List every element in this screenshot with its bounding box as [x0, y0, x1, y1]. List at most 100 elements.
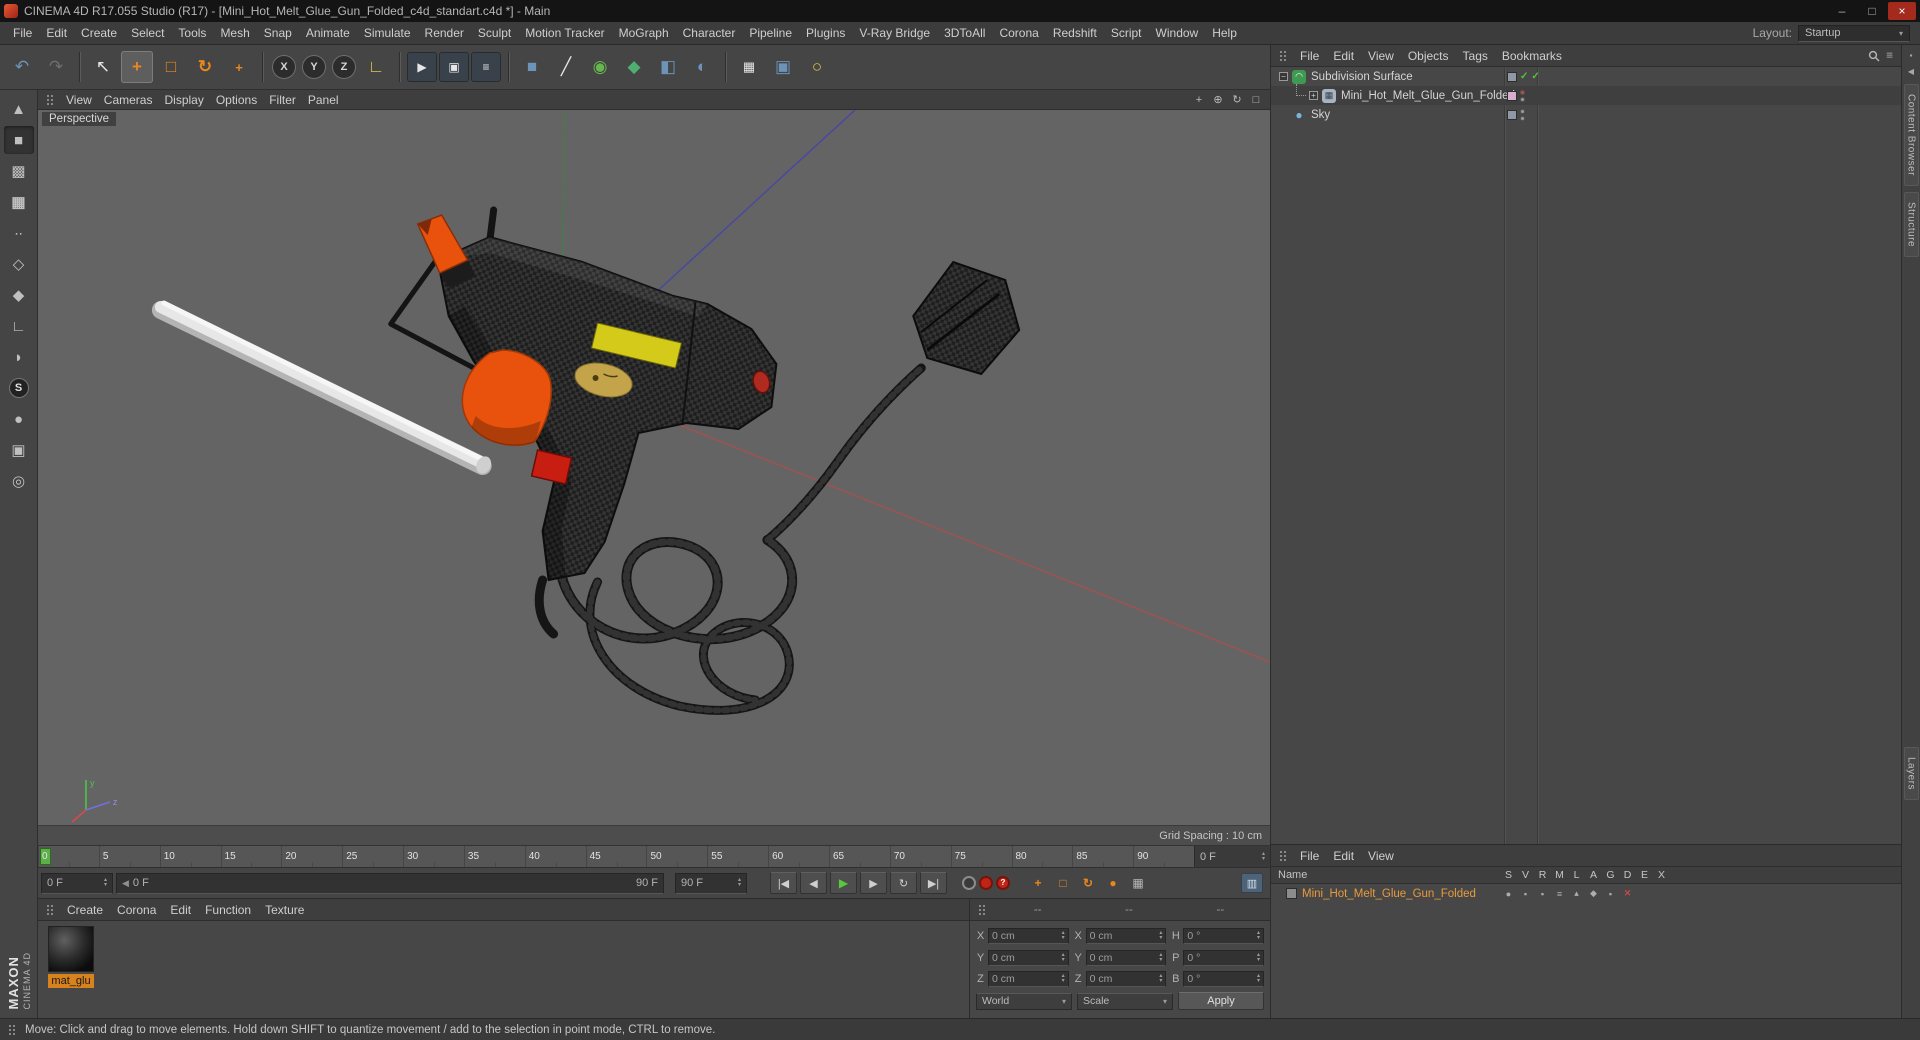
- layer-browser-menu-item[interactable]: View: [1361, 847, 1401, 865]
- spinner-icon[interactable]: [1062, 974, 1065, 984]
- render-settings-button[interactable]: ≡: [471, 52, 501, 82]
- camera-button[interactable]: ▣: [767, 51, 799, 83]
- panel-grip-handle[interactable]: [977, 903, 987, 916]
- materials-menu-item[interactable]: Function: [198, 901, 258, 919]
- layer-toggle-icon[interactable]: ●: [1500, 889, 1517, 899]
- menubar-item[interactable]: V-Ray Bridge: [852, 24, 937, 42]
- coordinate-system-button[interactable]: ∟: [360, 51, 392, 83]
- menubar-item[interactable]: Animate: [299, 24, 357, 42]
- go-to-start-button[interactable]: |◀: [770, 872, 797, 894]
- deformer-button[interactable]: ◧: [652, 51, 684, 83]
- model-mode-button[interactable]: ■: [3, 126, 34, 154]
- current-frame-field[interactable]: 0 F: [41, 872, 113, 894]
- array-button[interactable]: ▦: [733, 51, 765, 83]
- object-row-glue-gun[interactable]: ▦ Mini_Hot_Melt_Glue_Gun_Folded: [1271, 83, 1901, 105]
- menubar-item[interactable]: Tools: [171, 24, 213, 42]
- glue-gun-model[interactable]: [151, 206, 1021, 715]
- loop-button[interactable]: ↻: [890, 872, 917, 894]
- menubar-item[interactable]: Help: [1205, 24, 1244, 42]
- points-mode-button[interactable]: ∙∙: [4, 219, 34, 247]
- viewport-menu-item[interactable]: Filter: [263, 92, 302, 108]
- materials-menu-item[interactable]: Corona: [110, 901, 163, 919]
- search-icon[interactable]: [1868, 50, 1880, 62]
- scale-tool-button[interactable]: □: [155, 51, 187, 83]
- undo-button[interactable]: ↶: [6, 51, 38, 83]
- close-button[interactable]: ×: [1888, 2, 1916, 20]
- polygons-mode-button[interactable]: ◆: [4, 281, 34, 309]
- keyframe-selection-button[interactable]: ?: [996, 876, 1010, 890]
- spinner-icon[interactable]: [1159, 953, 1162, 963]
- minimize-button[interactable]: –: [1828, 2, 1856, 20]
- expander-icon[interactable]: [1309, 91, 1318, 100]
- viewport-menu-item[interactable]: Display: [158, 92, 209, 108]
- menubar-item[interactable]: Simulate: [357, 24, 418, 42]
- spinner-icon[interactable]: [1257, 931, 1260, 941]
- position-y-field[interactable]: 0 cm: [988, 949, 1069, 966]
- autokey-button[interactable]: [979, 876, 993, 890]
- ruler-frame-field[interactable]: 0 F: [1194, 846, 1270, 867]
- layer-toggle-icon[interactable]: ✕: [1619, 888, 1636, 899]
- menubar-item[interactable]: Motion Tracker: [518, 24, 611, 42]
- object-manager-menu-item[interactable]: Bookmarks: [1495, 47, 1569, 65]
- x-axis-lock-button[interactable]: X: [272, 55, 296, 79]
- record-position-button[interactable]: +: [1027, 873, 1049, 893]
- layer-row[interactable]: Mini_Hot_Melt_Glue_Gun_Folded ● ▪ ▪ ≡ ▴ ◆ ▪ ✕: [1271, 884, 1901, 903]
- spinner-icon[interactable]: [1159, 974, 1162, 984]
- rotation-p-field[interactable]: 0 °: [1183, 949, 1265, 966]
- snap-mode-button[interactable]: S: [4, 374, 34, 402]
- editor-visibility-dot[interactable]: [1520, 89, 1525, 95]
- planar-workplane-button[interactable]: ◎: [4, 467, 34, 495]
- tweak-mode-button[interactable]: ◗: [4, 343, 34, 371]
- tab-structure[interactable]: Structure: [1903, 191, 1919, 258]
- tab-content-browser[interactable]: Content Browser: [1903, 84, 1919, 186]
- position-mode-dropdown[interactable]: World: [976, 992, 1072, 1010]
- size-z-field[interactable]: 0 cm: [1085, 971, 1167, 988]
- lock-workplane-button[interactable]: ▣: [4, 436, 34, 464]
- size-y-field[interactable]: 0 cm: [1085, 949, 1167, 966]
- spinner-icon[interactable]: [1062, 931, 1065, 941]
- rotation-h-field[interactable]: 0 °: [1183, 927, 1265, 944]
- layer-toggle-icon[interactable]: ▪: [1602, 889, 1619, 899]
- object-row-sky[interactable]: ● Sky: [1271, 105, 1901, 124]
- menubar-item[interactable]: File: [6, 24, 39, 42]
- render-visibility-dot[interactable]: [1520, 115, 1525, 121]
- layer-swatch-icon[interactable]: [1507, 109, 1517, 120]
- object-manager-menu-item[interactable]: Edit: [1326, 47, 1361, 65]
- menubar-item[interactable]: 3DToAll: [937, 24, 992, 42]
- menubar-item[interactable]: Plugins: [799, 24, 852, 42]
- menubar-item[interactable]: Window: [1149, 24, 1206, 42]
- record-pla-button[interactable]: ▦: [1127, 873, 1149, 893]
- end-frame-field[interactable]: 90 F: [675, 872, 747, 894]
- record-objects-button[interactable]: [962, 876, 976, 890]
- axis-mode-button[interactable]: ∟: [4, 312, 34, 340]
- z-axis-lock-button[interactable]: Z: [332, 55, 356, 79]
- next-frame-button[interactable]: ▶: [860, 872, 887, 894]
- layout-dropdown[interactable]: Startup: [1798, 24, 1910, 42]
- go-to-end-button[interactable]: ▶|: [920, 872, 947, 894]
- size-x-field[interactable]: 0 cm: [1085, 927, 1167, 944]
- viewport-canvas[interactable]: y z x Perspective Grid Spacing : 10 cm: [38, 110, 1270, 845]
- layer-swatch-icon[interactable]: [1507, 71, 1517, 82]
- redo-button[interactable]: ↷: [40, 51, 72, 83]
- dock-pin-icon[interactable]: ▪: [1905, 49, 1918, 62]
- render-visibility-dot[interactable]: [1520, 96, 1525, 102]
- menubar-item[interactable]: Character: [676, 24, 743, 42]
- material-item[interactable]: mat_glu: [44, 926, 98, 1013]
- position-z-field[interactable]: 0 cm: [988, 971, 1069, 988]
- render-view-button[interactable]: ▶: [407, 52, 437, 82]
- cube-primitive-button[interactable]: ■: [516, 51, 548, 83]
- panel-grip-handle[interactable]: [7, 1023, 17, 1036]
- spinner-icon[interactable]: [104, 878, 107, 888]
- layer-toggle-icon[interactable]: ▪: [1517, 889, 1534, 899]
- expander-icon[interactable]: [1279, 72, 1288, 81]
- viewport-menu-item[interactable]: Cameras: [98, 92, 159, 108]
- spinner-icon[interactable]: [1257, 953, 1260, 963]
- preview-range-slider[interactable]: ◀ 0 F 90 F: [116, 872, 664, 894]
- spinner-icon[interactable]: [1257, 974, 1260, 984]
- enabled-check-icon[interactable]: ✓: [1531, 71, 1539, 82]
- layer-toggle-icon[interactable]: ◆: [1585, 888, 1602, 899]
- panel-grip-handle[interactable]: [1278, 49, 1288, 62]
- menubar-item[interactable]: MoGraph: [612, 24, 676, 42]
- timeline-options-button[interactable]: ▥: [1241, 873, 1263, 893]
- render-picture-viewer-button[interactable]: ▣: [439, 52, 469, 82]
